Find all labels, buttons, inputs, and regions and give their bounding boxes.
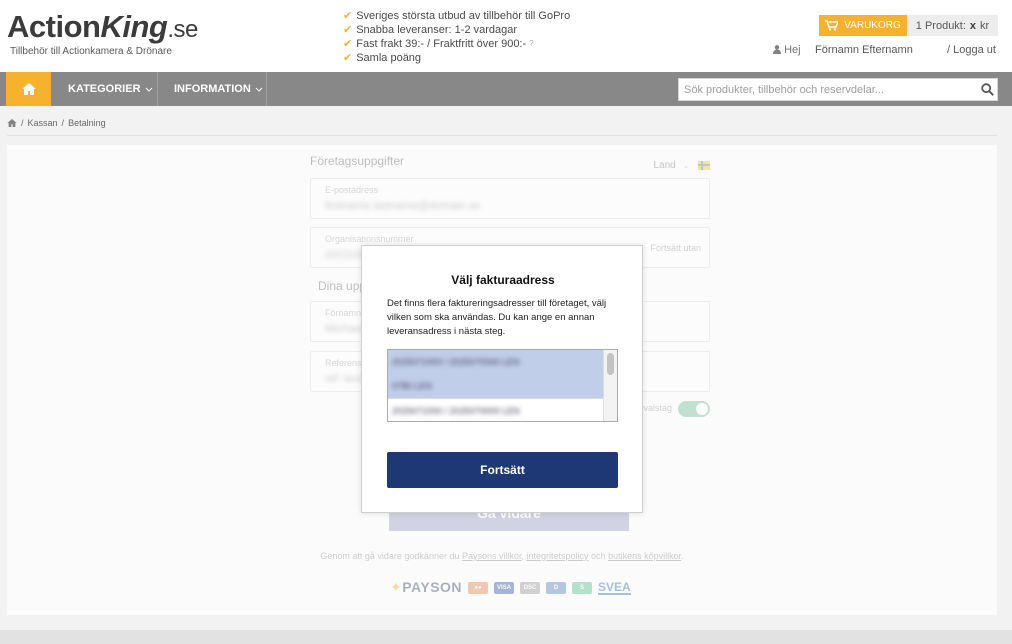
address-option-text: 0780 LEN [392,381,433,391]
address-listbox[interactable]: 2025071000 / 2025070000 LEN 0780 LEN 202… [387,349,618,422]
listbox-scrollbar[interactable] [603,350,617,421]
modal-title: Välj fakturaadress [451,273,555,287]
billing-address-modal: Välj fakturaadress Det finns flera faktu… [361,245,643,513]
address-option[interactable]: 0780 LEN [388,374,603,398]
address-option[interactable]: 2025071000 / 2025070000 LEN [388,398,603,421]
address-option-text: 2025071000 / 2025070000 LEN [392,405,520,416]
continue-button[interactable]: Fortsätt [387,452,618,488]
address-option[interactable]: 2025071000 / 2025070000 LEN [388,350,603,374]
scrollbar-thumb[interactable] [607,353,614,375]
address-option-text: 2025071000 / 2025070000 LEN [392,357,520,367]
modal-description: Det finns flera faktureringsadresser til… [387,298,607,337]
footer-strip [0,630,1012,644]
